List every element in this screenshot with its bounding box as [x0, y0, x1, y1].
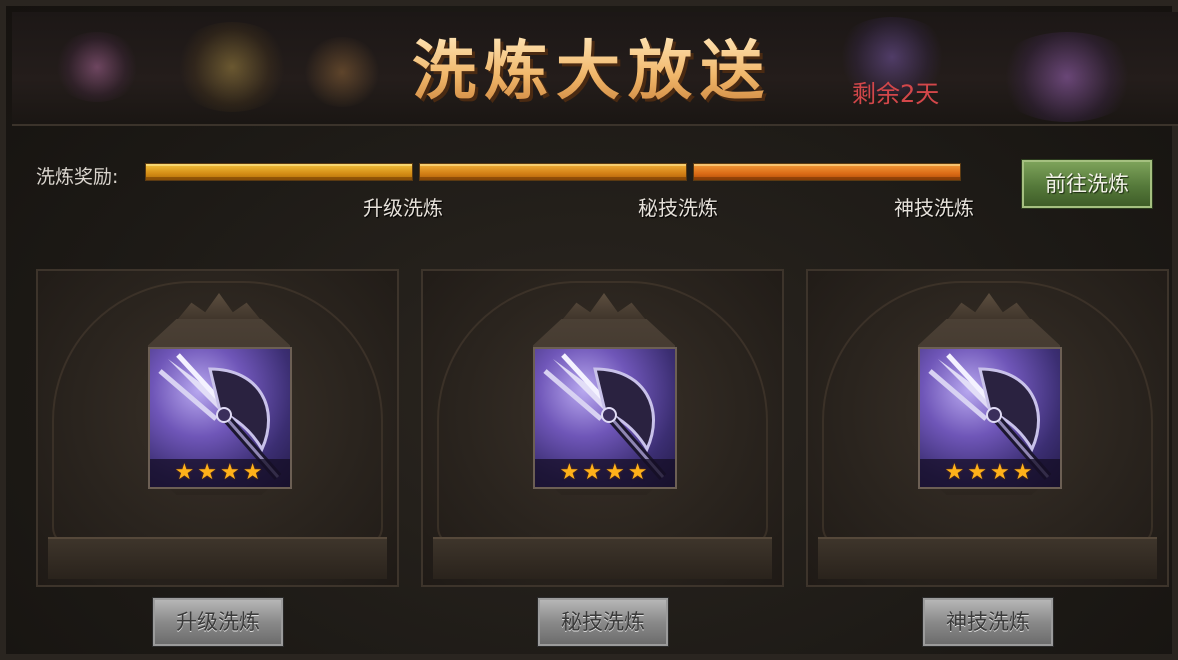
- reward-card-secret: ★★★★: [421, 269, 784, 587]
- reward-item-slot[interactable]: ★★★★: [918, 347, 1062, 489]
- stage-label-secret: 秘技洗炼: [638, 196, 718, 220]
- activity-panel: 洗炼大放送 洗炼大放送 剩余2天 洗炼奖励: 升级洗炼 秘技洗炼 神技洗炼 前往…: [0, 0, 1178, 660]
- progress-segment-divine: [693, 163, 961, 181]
- reward-card-divine: ★★★★: [806, 269, 1169, 587]
- divine-refine-button[interactable]: 神技洗炼: [923, 598, 1053, 646]
- secret-refine-button[interactable]: 秘技洗炼: [538, 598, 668, 646]
- star-rating: ★★★★: [150, 459, 290, 487]
- progress-segment-upgrade: [145, 163, 413, 181]
- go-refine-button[interactable]: 前往洗炼: [1022, 160, 1152, 208]
- star-rating: ★★★★: [920, 459, 1060, 487]
- star-rating: ★★★★: [535, 459, 675, 487]
- reward-card-upgrade: ★★★★: [36, 269, 399, 587]
- stage-label-divine: 神技洗炼: [894, 196, 974, 220]
- reward-progress-label: 洗炼奖励:: [36, 166, 119, 188]
- reward-item-slot[interactable]: ★★★★: [148, 347, 292, 489]
- upgrade-refine-button[interactable]: 升级洗炼: [153, 598, 283, 646]
- time-remaining: 剩余2天: [852, 80, 940, 108]
- stage-label-upgrade: 升级洗炼: [363, 196, 443, 220]
- progress-segment-secret: [419, 163, 687, 181]
- event-title: 洗炼大放送: [412, 32, 822, 112]
- event-banner: 洗炼大放送 洗炼大放送 剩余2天: [12, 12, 1178, 126]
- reward-item-slot[interactable]: ★★★★: [533, 347, 677, 489]
